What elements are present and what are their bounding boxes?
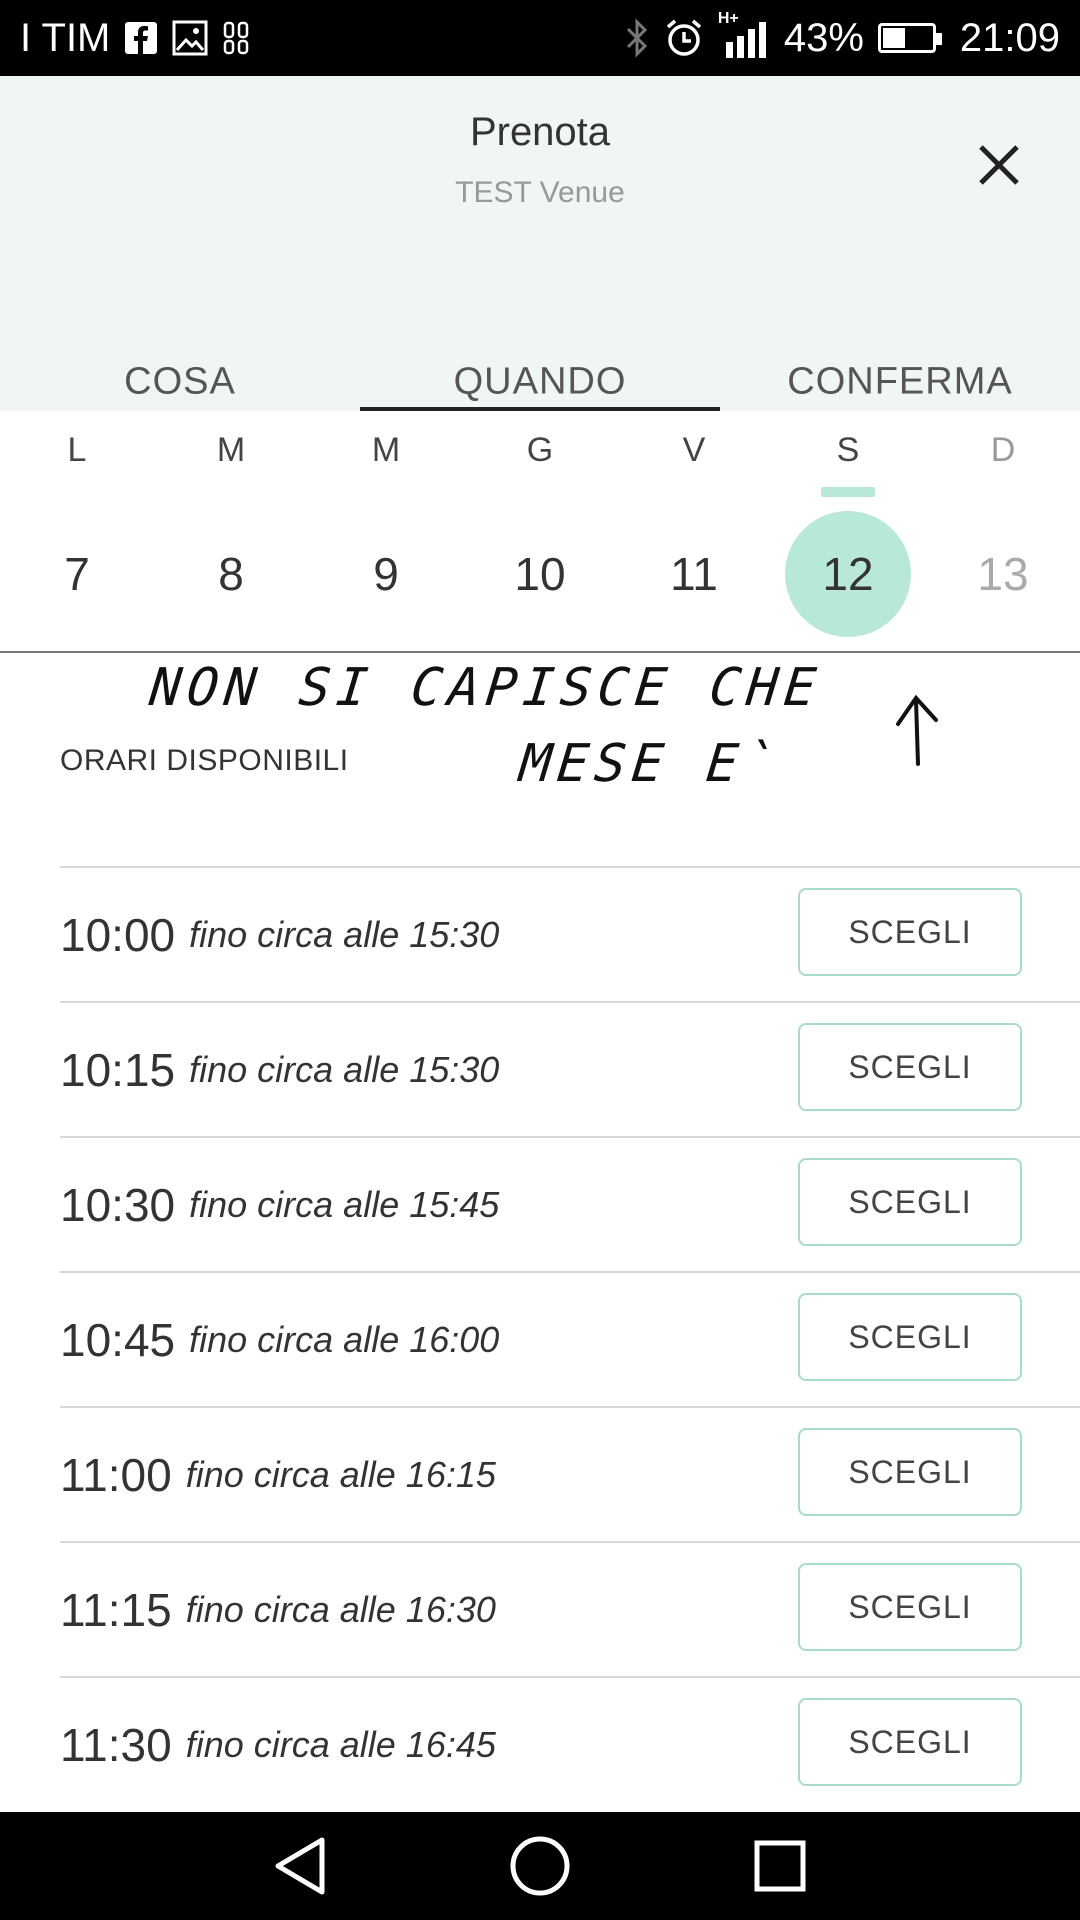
close-button[interactable]	[966, 132, 1032, 198]
choose-button[interactable]: SCEGLI	[798, 888, 1022, 976]
slot-end-time: fino circa alle 15:30	[189, 913, 500, 955]
weekday-letter: G	[526, 431, 554, 469]
booking-screen: I TIM H+ 43% 21:09 Prenota TEST Venue CO…	[0, 0, 1080, 1920]
slot-end-time: fino circa alle 16:45	[185, 1723, 496, 1765]
slot-start-time: 11:00	[60, 1448, 172, 1501]
available-times-heading: ORARI DISPONIBILI	[60, 744, 349, 777]
home-circle-icon	[510, 1836, 570, 1896]
slot-start-time: 10:15	[60, 1043, 176, 1096]
page-title: Prenota	[469, 110, 611, 154]
battery-percent: 43%	[783, 15, 864, 60]
day-13-disabled: 13	[977, 548, 1029, 600]
day-column: G 10	[463, 411, 617, 651]
facebook-icon	[124, 21, 158, 55]
tab-label: CONFERMA	[787, 360, 1013, 403]
weekday-letter: M	[216, 431, 246, 469]
gallery-icon	[172, 20, 208, 56]
venue-name: TEST Venue	[455, 176, 625, 209]
time-slot-row: 11:30 fino circa alle 16:45 SCEGLI	[60, 1676, 1080, 1811]
slot-end-time: fino circa alle 15:45	[189, 1183, 500, 1225]
arrow-up-icon	[896, 694, 938, 766]
day-column: L 7	[0, 411, 154, 651]
back-button[interactable]	[268, 1834, 332, 1898]
slot-start-time: 11:15	[60, 1583, 172, 1636]
recents-square-icon	[754, 1840, 806, 1892]
choose-button[interactable]: SCEGLI	[798, 1563, 1022, 1651]
slot-end-time: fino circa alle 15:30	[189, 1048, 500, 1090]
booking-header: Prenota TEST Venue COSA QUANDO CONFERMA	[0, 76, 1080, 414]
slot-start-time: 10:30	[60, 1178, 176, 1231]
recents-button[interactable]	[748, 1834, 812, 1898]
time-slot-row: 10:15 fino circa alle 15:30 SCEGLI	[60, 1001, 1080, 1136]
time-slot-row: 11:00 fino circa alle 16:15 SCEGLI	[60, 1406, 1080, 1541]
tab-label: QUANDO	[453, 360, 627, 403]
day-column: M 8	[154, 411, 308, 651]
tab-cosa[interactable]: COSA	[0, 286, 360, 411]
close-icon	[979, 145, 1019, 185]
day-column: S 12	[771, 411, 925, 651]
choose-button[interactable]: SCEGLI	[798, 1428, 1022, 1516]
weekday-letter: D	[990, 431, 1016, 469]
day-8[interactable]: 8	[168, 511, 294, 637]
annotation-line-1: NON SI CAPISCE CHE	[146, 658, 825, 718]
weekday-letter: M	[371, 431, 401, 469]
alarm-icon	[664, 18, 704, 58]
slot-end-time: fino circa alle 16:00	[189, 1318, 500, 1360]
weekday-letter: V	[682, 431, 706, 469]
carrier-name: I TIM	[20, 15, 111, 60]
slot-start-time: 10:45	[60, 1313, 176, 1366]
day-column: V 11	[617, 411, 771, 651]
weekday-letter: S	[836, 431, 860, 469]
status-bar: I TIM H+ 43% 21:09	[0, 0, 1080, 76]
day-column: M 9	[309, 411, 463, 651]
choose-button[interactable]: SCEGLI	[798, 1293, 1022, 1381]
time-slot-row: 10:45 fino circa alle 16:00 SCEGLI	[60, 1271, 1080, 1406]
day-9[interactable]: 9	[323, 511, 449, 637]
clock: 21:09	[959, 15, 1060, 60]
battery-icon	[877, 23, 942, 53]
week-calendar: L 7 M 8 M 9 G 10 V 11 S 12 D 13	[0, 411, 1080, 653]
choose-button[interactable]: SCEGLI	[798, 1158, 1022, 1246]
time-slot-list: 10:00 fino circa alle 15:30 SCEGLI 10:15…	[60, 866, 1080, 1811]
day-10[interactable]: 10	[477, 511, 603, 637]
navigation-bar	[0, 1812, 1080, 1920]
slot-end-time: fino circa alle 16:15	[185, 1453, 496, 1495]
home-button[interactable]	[508, 1834, 572, 1898]
tab-conferma[interactable]: CONFERMA	[720, 286, 1080, 411]
tab-quando[interactable]: QUANDO	[360, 286, 720, 414]
signal-icon: H+	[718, 10, 770, 60]
day-11[interactable]: 11	[631, 511, 757, 637]
network-type: H+	[717, 10, 739, 27]
booking-tabs: COSA QUANDO CONFERMA	[0, 286, 1080, 414]
time-slot-row: 10:30 fino circa alle 15:45 SCEGLI	[60, 1136, 1080, 1271]
handwritten-annotation: NON SI CAPISCE CHE MESE E`	[0, 652, 1080, 832]
choose-button[interactable]: SCEGLI	[798, 1023, 1022, 1111]
notification-icon	[222, 20, 250, 56]
battery-level	[882, 28, 906, 48]
selected-day-indicator	[821, 487, 875, 497]
day-12-selected[interactable]: 12	[785, 511, 911, 637]
back-triangle-icon	[275, 1837, 325, 1895]
time-slot-row: 11:15 fino circa alle 16:30 SCEGLI	[60, 1541, 1080, 1676]
slot-start-time: 11:30	[60, 1718, 172, 1771]
time-slot-row: 10:00 fino circa alle 15:30 SCEGLI	[60, 866, 1080, 1001]
bluetooth-icon	[624, 18, 650, 58]
slot-end-time: fino circa alle 16:30	[185, 1588, 496, 1630]
slot-start-time: 10:00	[60, 908, 176, 961]
choose-button[interactable]: SCEGLI	[798, 1698, 1022, 1786]
day-7[interactable]: 7	[14, 511, 140, 637]
tab-label: COSA	[124, 360, 236, 403]
weekday-letter: L	[67, 431, 87, 469]
day-column: D 13	[926, 411, 1080, 651]
annotation-line-2: MESE E`	[516, 734, 785, 794]
